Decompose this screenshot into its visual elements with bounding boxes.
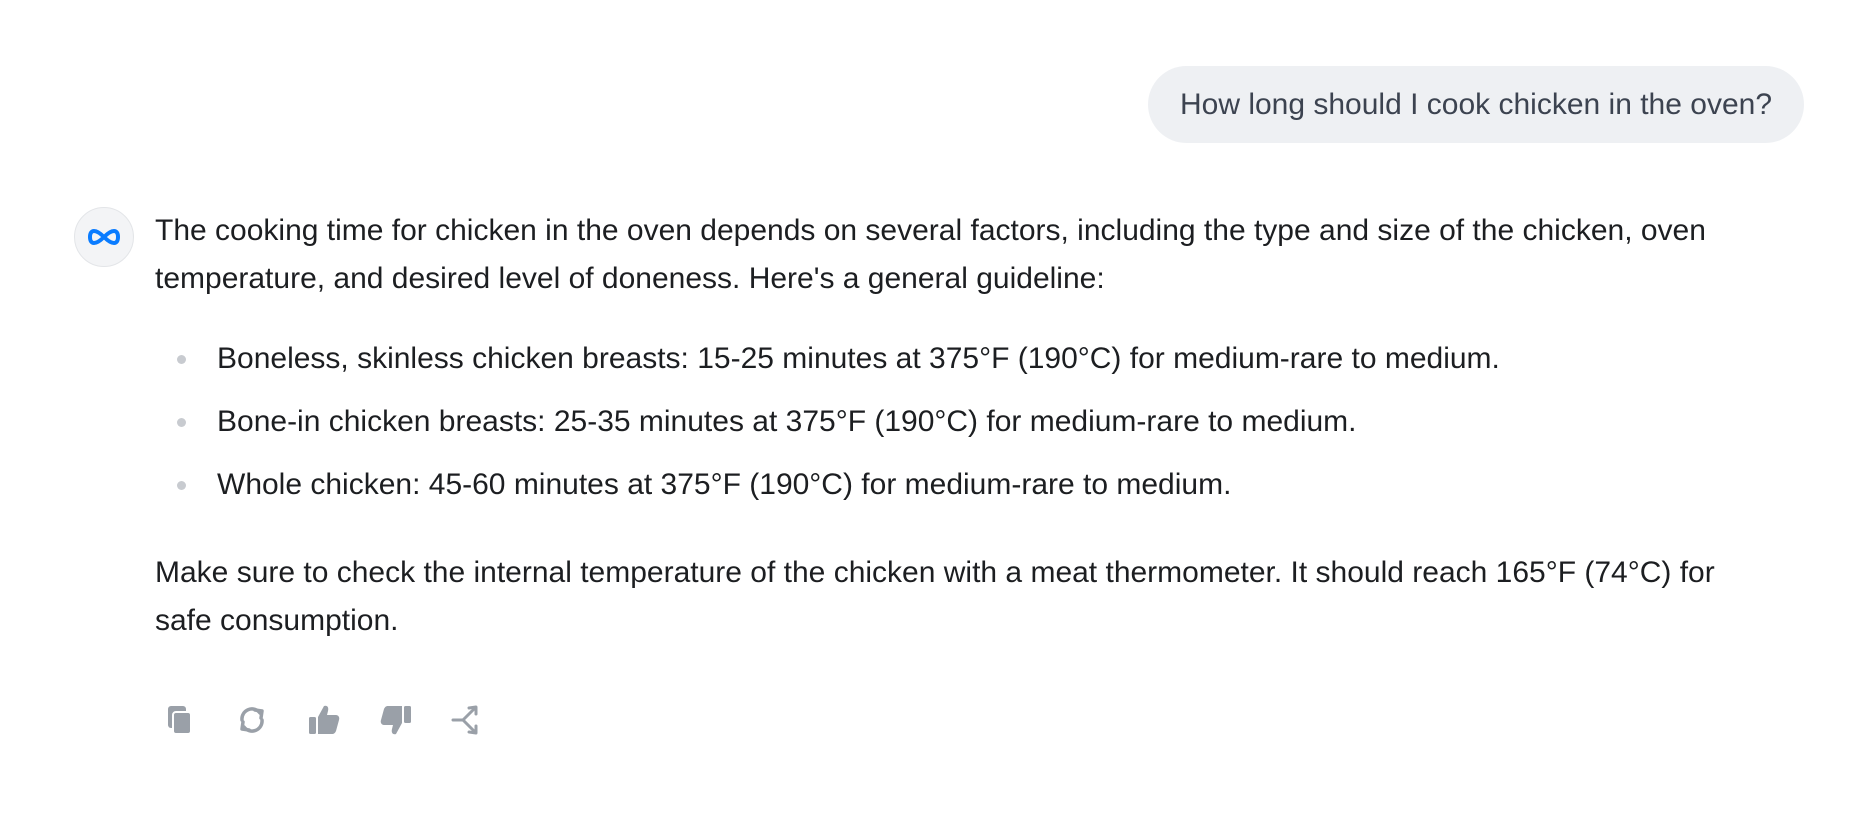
bullet-dot xyxy=(177,355,186,364)
thumbs-down-button[interactable] xyxy=(376,700,416,740)
thumbs-up-icon xyxy=(309,705,340,734)
assistant-message: The cooking time for chicken in the oven… xyxy=(155,207,1765,645)
copy-icon xyxy=(168,706,192,735)
answer-closing: Make sure to check the internal temperat… xyxy=(155,556,1715,637)
answer-intro: The cooking time for chicken in the oven… xyxy=(155,214,1706,295)
bullet-dot xyxy=(177,481,186,490)
list-item: Whole chicken: 45-60 minutes at 375°F (1… xyxy=(155,461,1765,509)
list-item-text: Whole chicken: 45-60 minutes at 375°F (1… xyxy=(217,468,1232,501)
regenerate-button[interactable] xyxy=(232,700,272,740)
meta-logo-icon xyxy=(87,229,121,245)
thumbs-down-icon xyxy=(380,706,411,735)
answer-list: Boneless, skinless chicken breasts: 15-2… xyxy=(155,335,1765,509)
copy-button[interactable] xyxy=(160,700,200,740)
list-item: Bone-in chicken breasts: 25-35 minutes a… xyxy=(155,398,1765,446)
list-item: Boneless, skinless chicken breasts: 15-2… xyxy=(155,335,1765,383)
list-item-text: Bone-in chicken breasts: 25-35 minutes a… xyxy=(217,405,1357,438)
share-button[interactable] xyxy=(448,700,488,740)
regenerate-icon xyxy=(240,707,264,733)
message-actions xyxy=(160,700,488,740)
user-message-text: How long should I cook chicken in the ov… xyxy=(1179,87,1772,121)
share-icon xyxy=(451,705,478,735)
assistant-avatar xyxy=(74,207,134,267)
bullet-dot xyxy=(177,418,186,427)
list-item-text: Boneless, skinless chicken breasts: 15-2… xyxy=(217,342,1500,375)
user-message-bubble: How long should I cook chicken in the ov… xyxy=(1147,66,1804,143)
thumbs-up-button[interactable] xyxy=(304,700,344,740)
